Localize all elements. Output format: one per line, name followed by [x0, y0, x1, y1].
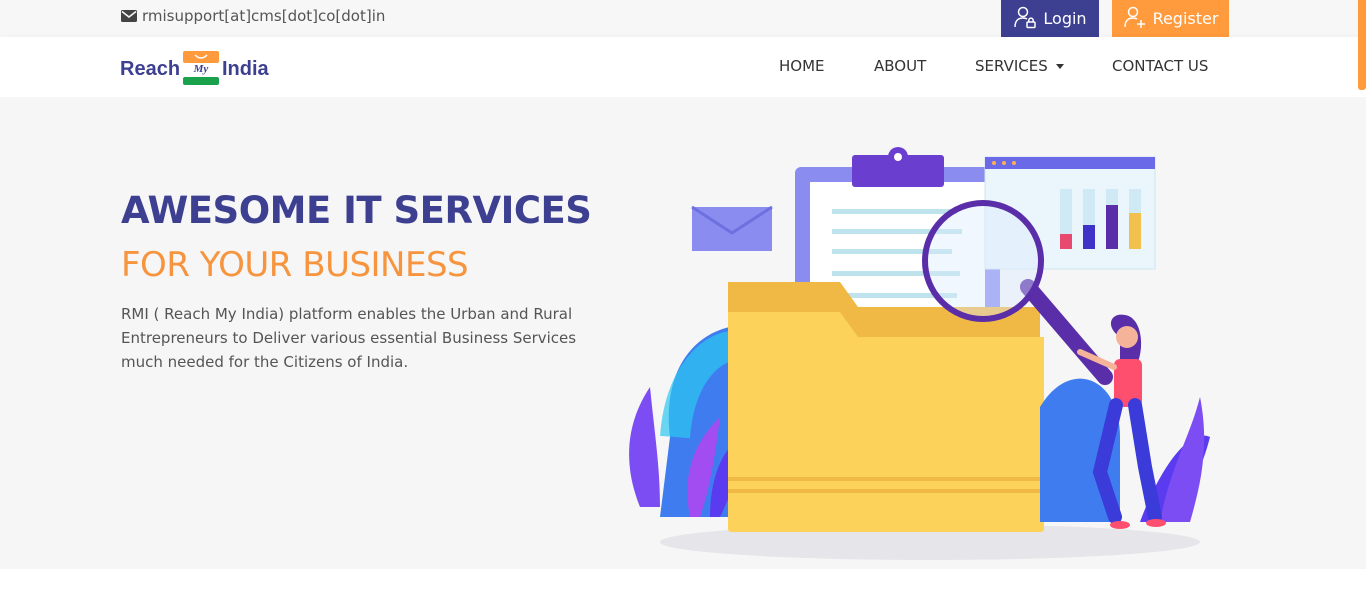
register-label: Register [1152, 9, 1219, 28]
nav-home[interactable]: HOME [779, 57, 825, 75]
top-bar: rmisupport[at]cms[dot]co[dot]in Login Re… [0, 0, 1366, 37]
hero-description: RMI ( Reach My India) platform enables t… [121, 305, 577, 371]
hero-subtitle: FOR YOUR BUSINESS [121, 245, 469, 285]
hero-title: AWESOME IT SERVICES [121, 189, 592, 232]
register-button[interactable]: Register [1112, 0, 1229, 37]
login-button[interactable]: Login [1001, 0, 1099, 37]
nav-services-label: SERVICES [975, 57, 1048, 75]
nav-contact-us[interactable]: CONTACT US [1112, 57, 1208, 75]
envelope-icon [121, 10, 137, 22]
user-lock-icon [1013, 5, 1037, 33]
main-navbar: Reach My India HOME ABOUT SERVICES CONTA… [0, 37, 1366, 97]
hero-illustration [629, 147, 1210, 560]
scrollbar-thumb[interactable] [1358, 0, 1366, 90]
login-label: Login [1043, 9, 1087, 28]
logo-my-text: My [193, 63, 209, 75]
support-email[interactable]: rmisupport[at]cms[dot]co[dot]in [121, 7, 385, 25]
logo-india-text: India [222, 58, 269, 80]
reach-my-india-logo[interactable]: Reach My India [120, 47, 280, 89]
nav-about[interactable]: ABOUT [874, 57, 926, 75]
user-plus-icon [1123, 5, 1147, 33]
envelope-illustration-icon [691, 205, 773, 251]
logo-reach-text: Reach [120, 58, 181, 80]
caret-down-icon [1055, 63, 1064, 69]
hero-section: AWESOME IT SERVICES FOR YOUR BUSINESS RM… [0, 97, 1366, 569]
nav-services-dropdown[interactable]: SERVICES [975, 57, 1064, 75]
support-email-text: rmisupport[at]cms[dot]co[dot]in [142, 7, 386, 25]
